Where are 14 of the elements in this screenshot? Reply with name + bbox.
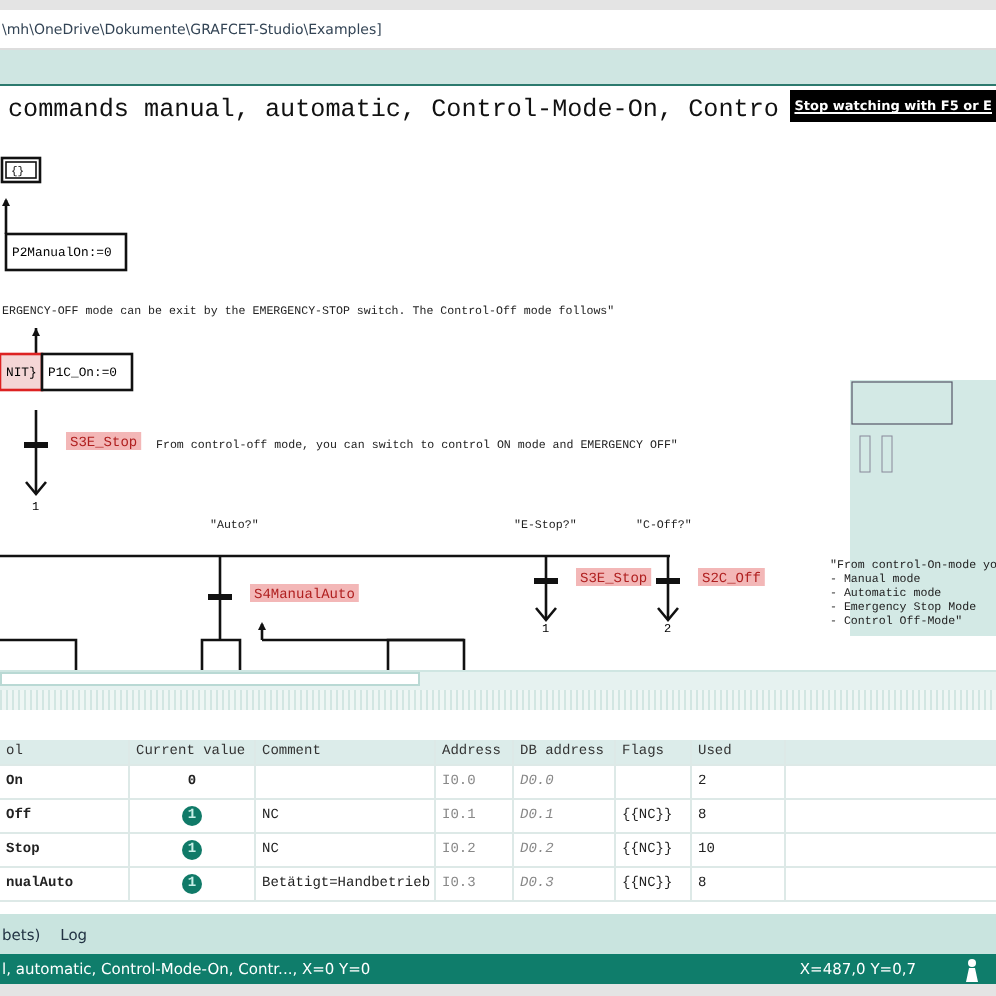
step-box [386, 638, 466, 670]
link-line [32, 328, 40, 354]
step-box [200, 638, 242, 670]
transition-bar [208, 594, 232, 600]
transition-bar [24, 442, 48, 448]
link-line [25, 410, 47, 497]
transition-bar [656, 578, 680, 584]
scrollbar[interactable] [0, 672, 420, 686]
transition-bar [534, 578, 558, 584]
link-line [2, 198, 10, 234]
step-box [0, 638, 78, 670]
diagram-title: commands manual, automatic, Control-Mode-On, Contro [8, 96, 779, 124]
splitter-handle[interactable] [0, 690, 996, 710]
person-icon[interactable] [964, 957, 980, 981]
